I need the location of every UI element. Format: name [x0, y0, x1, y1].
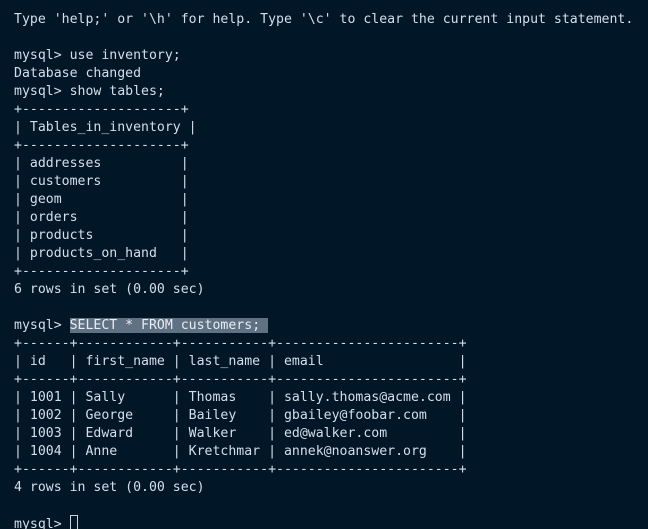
line-text: | customers | — [14, 174, 189, 189]
line-text: | addresses | — [14, 156, 189, 171]
customers-row-1001: | 1001 | Sally | Thomas | sally.thomas@a… — [14, 389, 648, 407]
tables-row-customers: | customers | — [14, 173, 648, 191]
tables-row-orders: | orders | — [14, 209, 648, 227]
command-line-active-prompt: mysql> — [14, 515, 648, 529]
shell-prompt: mysql> — [14, 517, 70, 529]
customers-row-1003: | 1003 | Edward | Walker | ed@walker.com… — [14, 425, 648, 443]
tables-header-row: | Tables_in_inventory | — [14, 119, 648, 137]
terminal-screen[interactable]: Type 'help;' or '\h' for help. Type '\c'… — [0, 0, 648, 529]
line-text: +--------------------+ — [14, 138, 189, 153]
line-text: +------+------------+-----------+-------… — [14, 336, 467, 351]
line-text: 4 rows in set (0.00 sec) — [14, 480, 205, 495]
command-line-select-customers: mysql> SELECT * FROM customers; — [14, 317, 648, 335]
line-text: +------+------------+-----------+-------… — [14, 372, 467, 387]
command-line-use-inventory: mysql> use inventory; — [14, 47, 648, 65]
line-text: Database changed — [14, 66, 142, 81]
line-text: | products | — [14, 228, 189, 243]
output-database-changed: Database changed — [14, 65, 648, 83]
customers-header-row: | id | first_name | last_name | email | — [14, 353, 648, 371]
line-text: +--------------------+ — [14, 264, 189, 279]
tables-border-bottom: +--------------------+ — [14, 263, 648, 281]
line-text: | 1002 | George | Bailey | gbailey@fooba… — [14, 408, 467, 423]
tables-border-top: +--------------------+ — [14, 101, 648, 119]
customers-rowcount-status: 4 rows in set (0.00 sec) — [14, 479, 648, 497]
line-text: Type 'help;' or '\h' for help. Type '\c'… — [14, 12, 634, 27]
help-banner-line: Type 'help;' or '\h' for help. Type '\c'… — [14, 11, 648, 29]
line-text: | Tables_in_inventory | — [14, 120, 197, 135]
line-text: | 1004 | Anne | Kretchmar | annek@noansw… — [14, 444, 467, 459]
tables-border-header: +--------------------+ — [14, 137, 648, 155]
text-cursor — [69, 515, 78, 529]
line-text: | geom | — [14, 192, 189, 207]
tables-row-products: | products | — [14, 227, 648, 245]
line-text: +--------------------+ — [14, 102, 189, 117]
line-text: | 1003 | Edward | Walker | ed@walker.com… — [14, 426, 467, 441]
tables-row-geom: | geom | — [14, 191, 648, 209]
customers-row-1002: | 1002 | George | Bailey | gbailey@fooba… — [14, 407, 648, 425]
line-text: | 1001 | Sally | Thomas | sally.thomas@a… — [14, 390, 467, 405]
line-text: 6 rows in set (0.00 sec) — [14, 282, 205, 297]
line-text: +------+------------+-----------+-------… — [14, 462, 467, 477]
customers-row-1004: | 1004 | Anne | Kretchmar | annek@noansw… — [14, 443, 648, 461]
line-text: mysql> use inventory; — [14, 48, 181, 63]
line-text: | orders | — [14, 210, 189, 225]
line-text: mysql> show tables; — [14, 84, 165, 99]
tables-row-addresses: | addresses | — [14, 155, 648, 173]
customers-border-bottom: +------+------------+-----------+-------… — [14, 461, 648, 479]
tables-rowcount-status: 6 rows in set (0.00 sec) — [14, 281, 648, 299]
customers-border-header: +------+------------+-----------+-------… — [14, 371, 648, 389]
mysql-terminal-window[interactable]: Type 'help;' or '\h' for help. Type '\c'… — [0, 0, 648, 529]
line-text: | products_on_hand | — [14, 246, 189, 261]
shell-prompt: mysql> — [14, 318, 70, 333]
tables-row-products-on-hand: | products_on_hand | — [14, 245, 648, 263]
customers-border-top: +------+------------+-----------+-------… — [14, 335, 648, 353]
line-text: | id | first_name | last_name | email | — [14, 354, 467, 369]
command-line-show-tables: mysql> show tables; — [14, 83, 648, 101]
selected-sql-statement[interactable]: SELECT * FROM customers; — [69, 318, 269, 333]
